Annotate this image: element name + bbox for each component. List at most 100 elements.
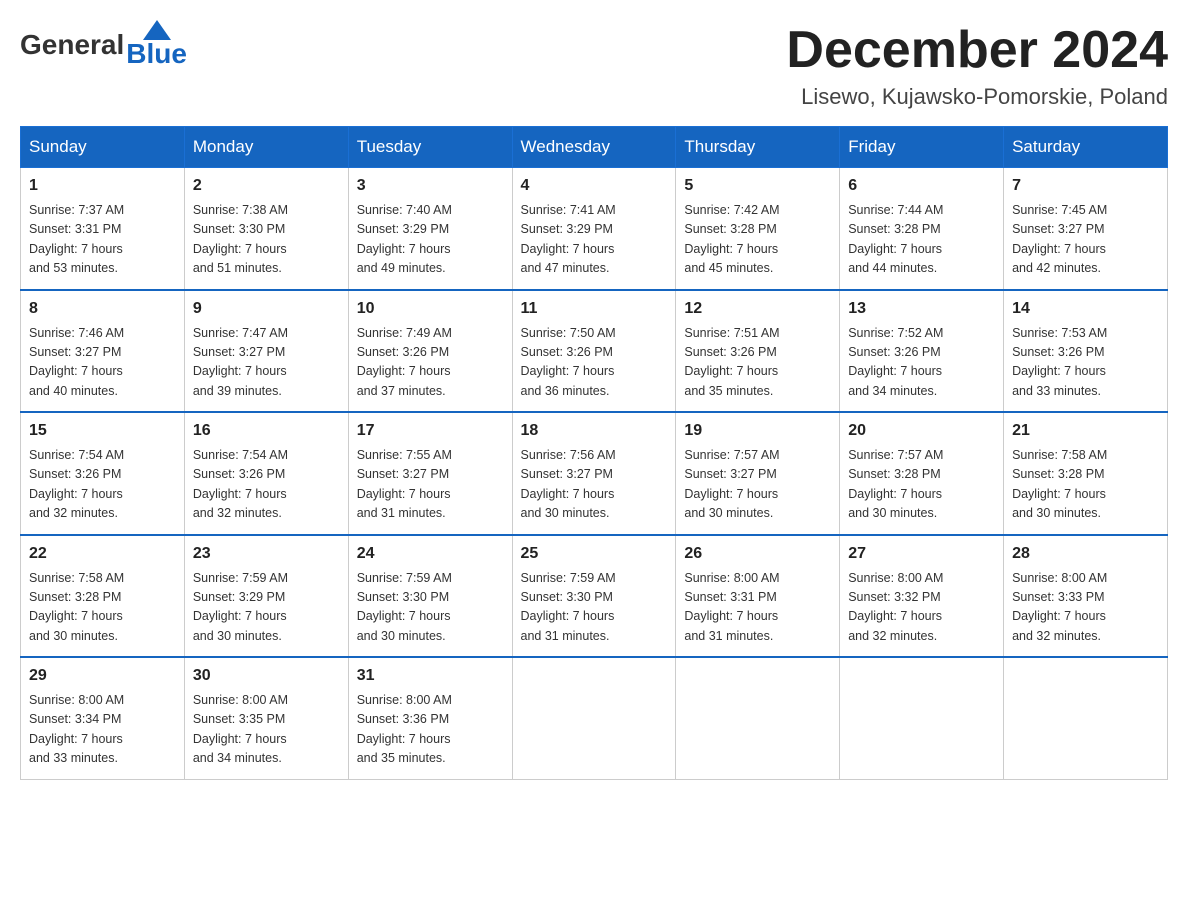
weekday-header-tuesday: Tuesday <box>348 127 512 168</box>
day-number: 25 <box>521 542 668 566</box>
weekday-header-thursday: Thursday <box>676 127 840 168</box>
weekday-header-saturday: Saturday <box>1004 127 1168 168</box>
day-info: Sunrise: 7:59 AMSunset: 3:30 PMDaylight:… <box>357 569 504 647</box>
weekday-header-row: SundayMondayTuesdayWednesdayThursdayFrid… <box>21 127 1168 168</box>
day-info: Sunrise: 7:51 AMSunset: 3:26 PMDaylight:… <box>684 324 831 402</box>
day-number: 14 <box>1012 297 1159 321</box>
calendar-week-row: 8 Sunrise: 7:46 AMSunset: 3:27 PMDaylight… <box>21 290 1168 413</box>
calendar-cell: 13Sunrise: 7:52 AMSunset: 3:26 PMDayligh… <box>840 290 1004 413</box>
day-number: 12 <box>684 297 831 321</box>
day-number: 10 <box>357 297 504 321</box>
calendar-cell: 19 Sunrise: 7:57 AMSunset: 3:27 PMDayligh… <box>676 412 840 535</box>
day-info: Sunrise: 8:00 AMSunset: 3:31 PMDaylight:… <box>684 569 831 647</box>
calendar-cell: 8 Sunrise: 7:46 AMSunset: 3:27 PMDaylight… <box>21 290 185 413</box>
day-info: Sunrise: 7:50 AMSunset: 3:26 PMDaylight:… <box>521 324 668 402</box>
day-info: Sunrise: 7:59 AMSunset: 3:29 PMDaylight:… <box>193 569 340 647</box>
day-number: 18 <box>521 419 668 443</box>
calendar-cell: 18 Sunrise: 7:56 AMSunset: 3:27 PMDayligh… <box>512 412 676 535</box>
calendar-table: SundayMondayTuesdayWednesdayThursdayFrid… <box>20 126 1168 780</box>
day-info: Sunrise: 7:45 AMSunset: 3:27 PMDaylight:… <box>1012 201 1159 279</box>
weekday-header-friday: Friday <box>840 127 1004 168</box>
day-number: 29 <box>29 664 176 688</box>
calendar-cell: 30Sunrise: 8:00 AMSunset: 3:35 PMDayligh… <box>184 657 348 779</box>
day-info: Sunrise: 8:00 AMSunset: 3:34 PMDaylight:… <box>29 691 176 769</box>
calendar-cell <box>676 657 840 779</box>
day-number: 8 <box>29 297 176 321</box>
day-info: Sunrise: 7:38 AMSunset: 3:30 PMDaylight:… <box>193 201 340 279</box>
day-info: Sunrise: 7:59 AMSunset: 3:30 PMDaylight:… <box>521 569 668 647</box>
day-info: Sunrise: 7:47 AMSunset: 3:27 PMDaylight:… <box>193 324 340 402</box>
day-info: Sunrise: 7:49 AMSunset: 3:26 PMDaylight:… <box>357 324 504 402</box>
calendar-cell: 23 Sunrise: 7:59 AMSunset: 3:29 PMDayligh… <box>184 535 348 658</box>
calendar-cell: 20 Sunrise: 7:57 AMSunset: 3:28 PMDayligh… <box>840 412 1004 535</box>
day-number: 11 <box>521 297 668 321</box>
day-number: 24 <box>357 542 504 566</box>
calendar-cell: 2 Sunrise: 7:38 AMSunset: 3:30 PMDaylight… <box>184 168 348 290</box>
calendar-cell: 10 Sunrise: 7:49 AMSunset: 3:26 PMDayligh… <box>348 290 512 413</box>
calendar-cell: 3 Sunrise: 7:40 AMSunset: 3:29 PMDaylight… <box>348 168 512 290</box>
day-info: Sunrise: 7:44 AMSunset: 3:28 PMDaylight:… <box>848 201 995 279</box>
day-number: 2 <box>193 174 340 198</box>
day-info: Sunrise: 7:57 AMSunset: 3:28 PMDaylight:… <box>848 446 995 524</box>
day-info: Sunrise: 7:53 AMSunset: 3:26 PMDaylight:… <box>1012 324 1159 402</box>
calendar-cell: 21 Sunrise: 7:58 AMSunset: 3:28 PMDayligh… <box>1004 412 1168 535</box>
calendar-cell <box>1004 657 1168 779</box>
calendar-cell: 22 Sunrise: 7:58 AMSunset: 3:28 PMDayligh… <box>21 535 185 658</box>
day-info: Sunrise: 7:58 AMSunset: 3:28 PMDaylight:… <box>29 569 176 647</box>
month-title: December 2024 <box>786 20 1168 80</box>
day-number: 6 <box>848 174 995 198</box>
weekday-header-sunday: Sunday <box>21 127 185 168</box>
day-number: 30 <box>193 664 340 688</box>
logo: General Blue <box>20 20 187 70</box>
calendar-cell <box>840 657 1004 779</box>
day-number: 31 <box>357 664 504 688</box>
day-info: Sunrise: 7:55 AMSunset: 3:27 PMDaylight:… <box>357 446 504 524</box>
day-info: Sunrise: 7:57 AMSunset: 3:27 PMDaylight:… <box>684 446 831 524</box>
calendar-cell: 11 Sunrise: 7:50 AMSunset: 3:26 PMDayligh… <box>512 290 676 413</box>
calendar-cell <box>512 657 676 779</box>
day-number: 20 <box>848 419 995 443</box>
calendar-cell: 27Sunrise: 8:00 AMSunset: 3:32 PMDayligh… <box>840 535 1004 658</box>
page-header: General Blue December 2024 Lisewo, Kujaw… <box>20 20 1168 110</box>
day-number: 21 <box>1012 419 1159 443</box>
day-info: Sunrise: 8:00 AMSunset: 3:33 PMDaylight:… <box>1012 569 1159 647</box>
calendar-cell: 28Sunrise: 8:00 AMSunset: 3:33 PMDayligh… <box>1004 535 1168 658</box>
calendar-cell: 29 Sunrise: 8:00 AMSunset: 3:34 PMDayligh… <box>21 657 185 779</box>
weekday-header-wednesday: Wednesday <box>512 127 676 168</box>
day-info: Sunrise: 7:54 AMSunset: 3:26 PMDaylight:… <box>193 446 340 524</box>
calendar-week-row: 1Sunrise: 7:37 AMSunset: 3:31 PMDaylight… <box>21 168 1168 290</box>
day-info: Sunrise: 7:46 AMSunset: 3:27 PMDaylight:… <box>29 324 176 402</box>
day-info: Sunrise: 8:00 AMSunset: 3:32 PMDaylight:… <box>848 569 995 647</box>
day-number: 23 <box>193 542 340 566</box>
day-number: 15 <box>29 419 176 443</box>
day-info: Sunrise: 8:00 AMSunset: 3:36 PMDaylight:… <box>357 691 504 769</box>
day-number: 5 <box>684 174 831 198</box>
calendar-cell: 24 Sunrise: 7:59 AMSunset: 3:30 PMDayligh… <box>348 535 512 658</box>
calendar-cell: 26Sunrise: 8:00 AMSunset: 3:31 PMDayligh… <box>676 535 840 658</box>
day-number: 9 <box>193 297 340 321</box>
logo-blue-text: Blue <box>126 38 187 70</box>
calendar-cell: 5Sunrise: 7:42 AMSunset: 3:28 PMDaylight… <box>676 168 840 290</box>
day-info: Sunrise: 7:58 AMSunset: 3:28 PMDaylight:… <box>1012 446 1159 524</box>
day-info: Sunrise: 7:41 AMSunset: 3:29 PMDaylight:… <box>521 201 668 279</box>
calendar-week-row: 22 Sunrise: 7:58 AMSunset: 3:28 PMDayligh… <box>21 535 1168 658</box>
calendar-week-row: 29 Sunrise: 8:00 AMSunset: 3:34 PMDayligh… <box>21 657 1168 779</box>
day-number: 4 <box>521 174 668 198</box>
calendar-cell: 12 Sunrise: 7:51 AMSunset: 3:26 PMDayligh… <box>676 290 840 413</box>
location-title: Lisewo, Kujawsko-Pomorskie, Poland <box>786 84 1168 110</box>
day-info: Sunrise: 7:56 AMSunset: 3:27 PMDaylight:… <box>521 446 668 524</box>
calendar-cell: 16Sunrise: 7:54 AMSunset: 3:26 PMDayligh… <box>184 412 348 535</box>
day-number: 3 <box>357 174 504 198</box>
day-number: 7 <box>1012 174 1159 198</box>
calendar-cell: 7 Sunrise: 7:45 AMSunset: 3:27 PMDaylight… <box>1004 168 1168 290</box>
day-number: 22 <box>29 542 176 566</box>
day-number: 19 <box>684 419 831 443</box>
calendar-cell: 4 Sunrise: 7:41 AMSunset: 3:29 PMDaylight… <box>512 168 676 290</box>
day-number: 1 <box>29 174 176 198</box>
day-info: Sunrise: 7:40 AMSunset: 3:29 PMDaylight:… <box>357 201 504 279</box>
calendar-cell: 25 Sunrise: 7:59 AMSunset: 3:30 PMDayligh… <box>512 535 676 658</box>
calendar-cell: 6 Sunrise: 7:44 AMSunset: 3:28 PMDaylight… <box>840 168 1004 290</box>
logo-general-text: General <box>20 29 124 61</box>
calendar-cell: 14 Sunrise: 7:53 AMSunset: 3:26 PMDayligh… <box>1004 290 1168 413</box>
day-number: 17 <box>357 419 504 443</box>
